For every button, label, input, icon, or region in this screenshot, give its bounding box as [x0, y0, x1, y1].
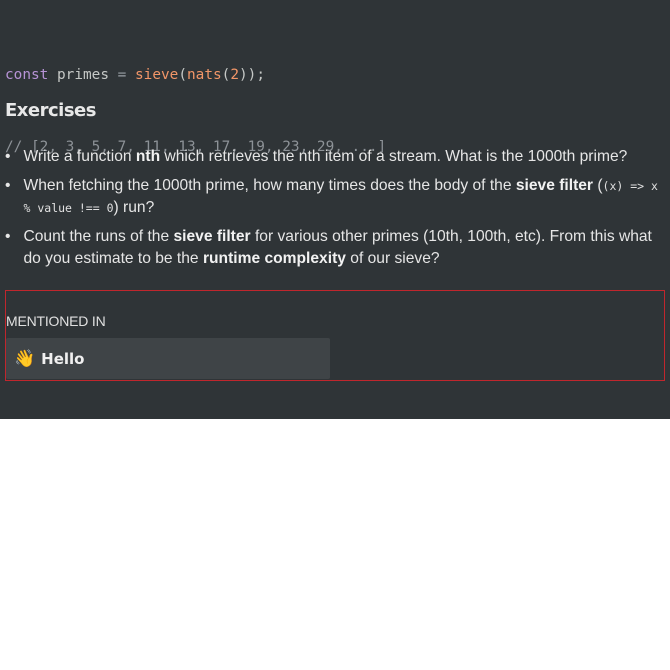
code-number: 2	[230, 67, 239, 83]
code-operator: =	[117, 67, 127, 83]
exercise-text: ) run?	[113, 199, 155, 216]
exercise-list: • Write a function nth which retrieves t…	[5, 146, 660, 277]
bullet-icon: •	[5, 227, 11, 245]
content-panel: const primes = sieve(nats(2)); // [2, 3,…	[0, 0, 670, 419]
bullet-icon: •	[5, 176, 11, 194]
exercises-heading: Exercises	[5, 100, 96, 121]
exercise-text: When fetching the 1000th prime, how many…	[23, 176, 516, 194]
exercise-text: Count the runs of the	[23, 227, 174, 245]
exercise-text: (	[593, 176, 603, 194]
mentioned-in-section: MENTIONED IN 👋 Hello	[5, 290, 665, 381]
exercise-bold: runtime complexity	[202, 250, 346, 267]
exercise-text: Write a function	[23, 148, 136, 165]
code-identifier: primes	[57, 67, 109, 83]
bullet-icon: •	[5, 148, 11, 165]
code-paren-close: ));	[239, 67, 265, 83]
list-item: • When fetching the 1000th prime, how ma…	[5, 175, 660, 220]
code-keyword: const	[5, 67, 49, 83]
exercise-bold: nth	[135, 148, 161, 165]
waving-hand-icon: 👋	[14, 348, 36, 368]
exercise-bold: sieve filter	[173, 227, 251, 245]
exercise-text: of our sieve?	[345, 250, 440, 267]
exercise-bold: sieve filter	[515, 176, 594, 194]
code-paren: (	[178, 67, 187, 83]
code-line-1: const primes = sieve(nats(2));	[5, 63, 386, 87]
code-function-nats: nats	[187, 67, 222, 83]
code-function-sieve: sieve	[135, 67, 179, 83]
mention-link-hello[interactable]: 👋 Hello	[6, 338, 330, 379]
mention-title: Hello	[41, 349, 85, 368]
list-item: • Write a function nth which retrieves t…	[5, 146, 660, 169]
list-item: • Count the runs of the sieve filter for…	[5, 226, 660, 271]
mentioned-in-label: MENTIONED IN	[6, 313, 106, 329]
exercise-text: which retrieves the nth item of a stream…	[160, 148, 628, 165]
